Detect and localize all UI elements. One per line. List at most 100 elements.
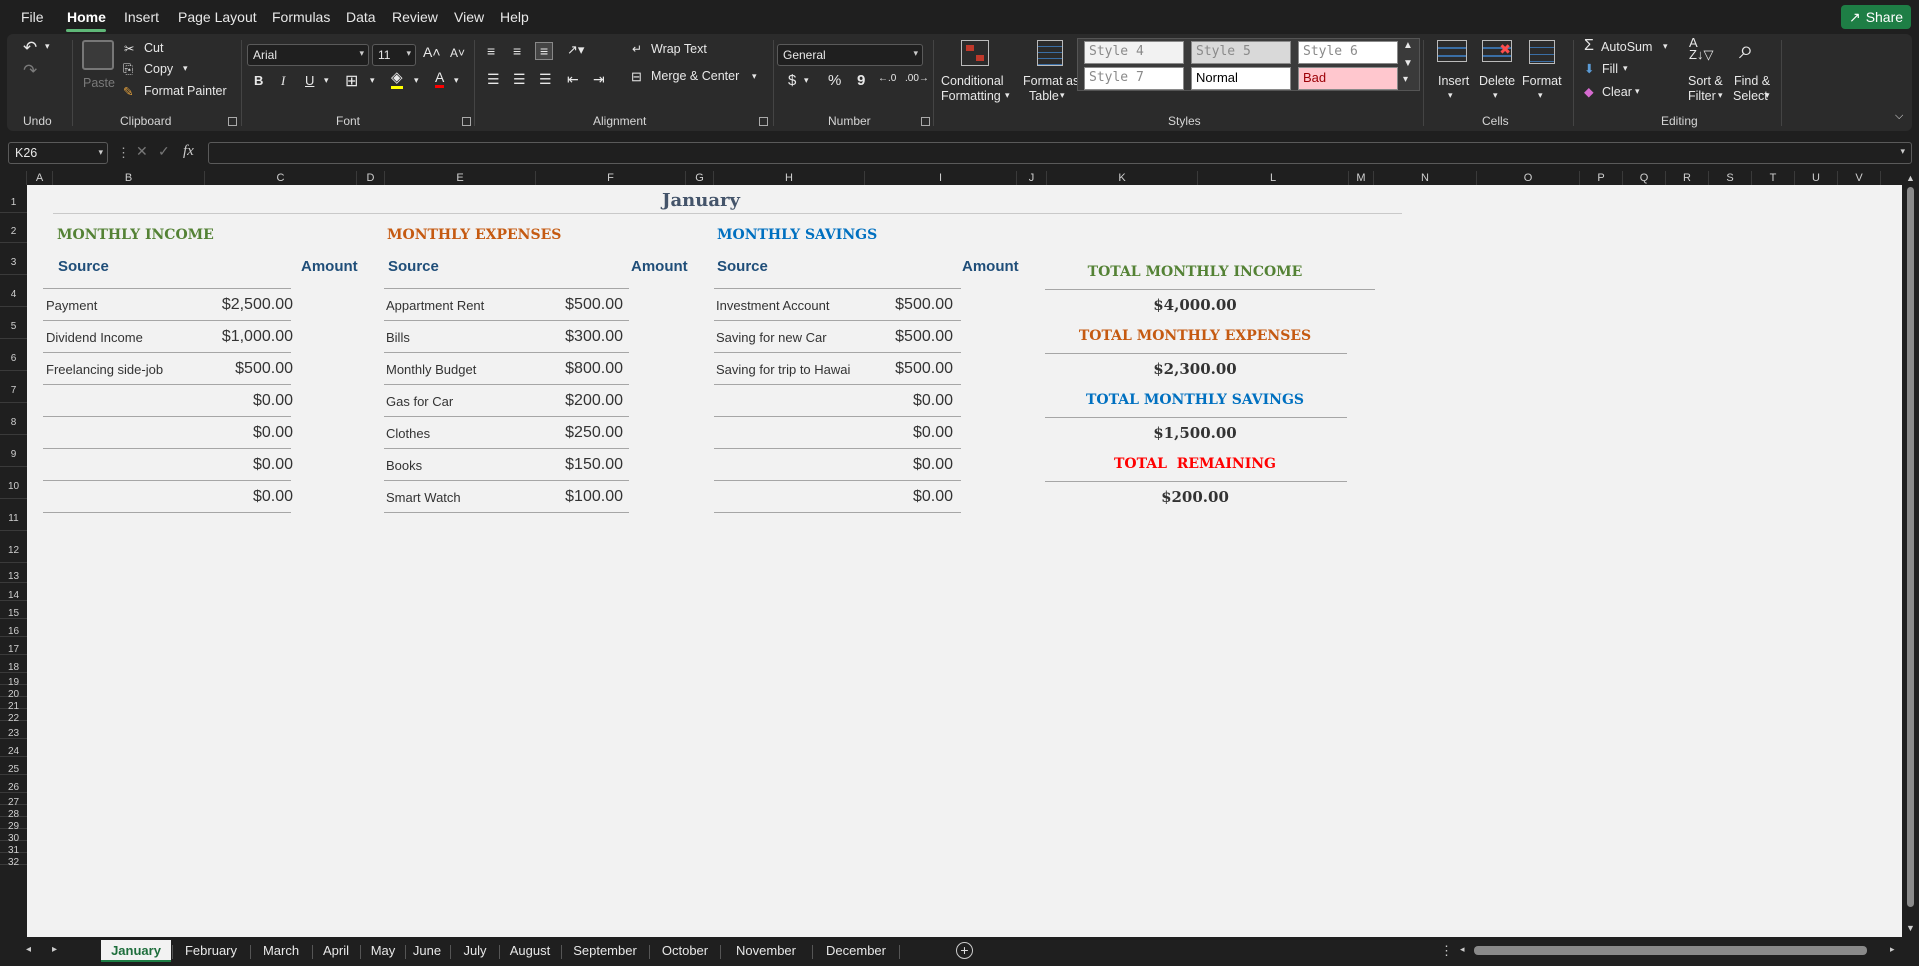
- clear-dropdown-icon[interactable]: ▾: [1635, 86, 1640, 97]
- chevron-down-icon[interactable]: ▾: [1538, 90, 1543, 101]
- formula-input[interactable]: ▾: [208, 142, 1912, 164]
- sheet-tab-september[interactable]: September: [562, 940, 648, 962]
- delete-cells-button[interactable]: Delete: [1479, 74, 1515, 88]
- row-header-18[interactable]: 18: [0, 655, 27, 673]
- expenses-source-cell[interactable]: Smart Watch: [386, 490, 461, 505]
- row-header-24[interactable]: 24: [0, 739, 27, 757]
- merge-icon[interactable]: ⊟: [631, 69, 642, 85]
- align-center-icon[interactable]: ☰: [513, 71, 526, 88]
- column-header-s[interactable]: S: [1709, 171, 1752, 185]
- column-header-l[interactable]: L: [1198, 171, 1349, 185]
- align-left-icon[interactable]: ☰: [487, 71, 500, 88]
- expenses-amount-cell[interactable]: $150.00: [507, 456, 623, 474]
- column-header-c[interactable]: C: [205, 171, 357, 185]
- fill-color-dropdown-icon[interactable]: ▾: [414, 75, 419, 86]
- income-amount-cell[interactable]: $1,000.00: [177, 328, 293, 346]
- borders-icon[interactable]: ⊞: [345, 71, 358, 91]
- conditional-formatting-label-1[interactable]: Conditional: [941, 74, 1004, 88]
- find-select-label-2[interactable]: Select: [1733, 89, 1768, 103]
- row-header-12[interactable]: 12: [0, 531, 27, 563]
- menu-home[interactable]: Home: [67, 9, 106, 25]
- more-icon[interactable]: ⋮: [117, 145, 130, 161]
- align-middle-icon[interactable]: ≡: [513, 43, 521, 59]
- savings-amount-cell[interactable]: $0.00: [837, 456, 953, 474]
- clear-button[interactable]: Clear: [1602, 85, 1632, 99]
- row-header-20[interactable]: 20: [0, 685, 27, 700]
- align-bottom-icon[interactable]: ≡: [535, 42, 554, 60]
- expenses-amount-cell[interactable]: $200.00: [507, 392, 623, 410]
- row-header-29[interactable]: 29: [0, 817, 27, 832]
- chevron-down-icon[interactable]: ▾: [1448, 90, 1453, 101]
- expenses-source-cell[interactable]: Gas for Car: [386, 394, 453, 409]
- column-header-m[interactable]: M: [1349, 171, 1374, 185]
- column-header-i[interactable]: I: [865, 171, 1017, 185]
- sheet-tab-february[interactable]: February: [173, 940, 249, 962]
- savings-amount-cell[interactable]: $500.00: [837, 328, 953, 346]
- insert-cells-button[interactable]: Insert: [1438, 74, 1469, 88]
- fill-dropdown-icon[interactable]: ▾: [1623, 63, 1628, 74]
- merge-dropdown-icon[interactable]: ▾: [752, 71, 757, 82]
- row-header-6[interactable]: 6: [0, 339, 27, 371]
- income-amount-cell[interactable]: $0.00: [177, 456, 293, 474]
- expenses-source-cell[interactable]: Monthly Budget: [386, 362, 476, 377]
- number-launcher-icon[interactable]: [921, 117, 930, 126]
- copy-icon[interactable]: ⎘: [123, 62, 133, 77]
- income-source-cell[interactable]: Freelancing side-job: [46, 362, 163, 377]
- decrease-decimal-icon[interactable]: .00→: [905, 73, 929, 84]
- row-header-31[interactable]: 31: [0, 841, 27, 856]
- savings-amount-cell[interactable]: $0.00: [837, 424, 953, 442]
- sheet-tab-december[interactable]: December: [814, 940, 898, 962]
- column-header-t[interactable]: T: [1752, 171, 1795, 185]
- row-header-25[interactable]: 25: [0, 757, 27, 775]
- column-header-u[interactable]: U: [1795, 171, 1838, 185]
- style-5-cell[interactable]: Style 5: [1191, 41, 1291, 64]
- column-header-a[interactable]: A: [27, 171, 53, 185]
- expenses-source-cell[interactable]: Bills: [386, 330, 410, 345]
- row-header-26[interactable]: 26: [0, 775, 27, 793]
- insert-function-icon[interactable]: fx: [183, 143, 194, 160]
- row-header-16[interactable]: 16: [0, 619, 27, 637]
- expenses-amount-cell[interactable]: $800.00: [507, 360, 623, 378]
- scroll-up-icon[interactable]: ▲: [1906, 173, 1915, 183]
- row-header-11[interactable]: 11: [0, 499, 27, 531]
- format-as-table-icon[interactable]: [1037, 40, 1063, 66]
- column-header-e[interactable]: E: [385, 171, 536, 185]
- cut-icon[interactable]: ✂: [124, 41, 134, 56]
- decrease-font-icon[interactable]: A˅: [450, 46, 465, 60]
- style-4-cell[interactable]: Style 4: [1084, 41, 1184, 64]
- horizontal-scroll-thumb[interactable]: [1474, 946, 1867, 955]
- column-header-h[interactable]: H: [714, 171, 865, 185]
- font-color-dropdown-icon[interactable]: ▾: [454, 75, 459, 86]
- underline-dropdown-icon[interactable]: ▾: [324, 75, 329, 86]
- worksheet[interactable]: January MONTHLY INCOME Source Amount Pay…: [27, 185, 1902, 937]
- sheet-tab-october[interactable]: October: [651, 940, 719, 962]
- row-header-3[interactable]: 3: [0, 243, 27, 275]
- increase-indent-icon[interactable]: ⇥: [593, 71, 605, 88]
- row-header-23[interactable]: 23: [0, 721, 27, 739]
- more-options-icon[interactable]: ⋮: [1440, 943, 1453, 959]
- column-header-v[interactable]: V: [1838, 171, 1881, 185]
- share-button[interactable]: ↗ Share: [1841, 5, 1911, 29]
- cut-button[interactable]: Cut: [144, 41, 163, 55]
- chevron-down-icon[interactable]: ▾: [1060, 90, 1065, 101]
- sort-filter-icon[interactable]: A Z↓▽: [1689, 36, 1713, 61]
- row-header-30[interactable]: 30: [0, 829, 27, 844]
- column-header-g[interactable]: G: [686, 171, 714, 185]
- row-header-2[interactable]: 2: [0, 213, 27, 243]
- merge-center-button[interactable]: Merge & Center: [651, 69, 739, 83]
- income-source-cell[interactable]: Payment: [46, 298, 97, 313]
- styles-scroll-down-icon[interactable]: ▼: [1403, 58, 1413, 69]
- fill-button[interactable]: Fill: [1602, 62, 1618, 76]
- row-header-1[interactable]: 1: [0, 185, 27, 213]
- comma-button[interactable]: 9: [857, 72, 865, 89]
- row-header-22[interactable]: 22: [0, 709, 27, 724]
- column-header-b[interactable]: B: [53, 171, 205, 185]
- chevron-down-icon[interactable]: ▾: [1005, 90, 1010, 101]
- conditional-formatting-label-2[interactable]: Formatting: [941, 89, 1001, 103]
- currency-dropdown-icon[interactable]: ▾: [804, 75, 809, 86]
- eraser-icon[interactable]: ◆: [1584, 84, 1594, 99]
- style-bad-cell[interactable]: Bad: [1298, 67, 1398, 90]
- menu-help[interactable]: Help: [500, 9, 529, 25]
- vertical-scrollbar[interactable]: ▲ ▼: [1902, 171, 1919, 937]
- menu-file[interactable]: File: [21, 9, 44, 25]
